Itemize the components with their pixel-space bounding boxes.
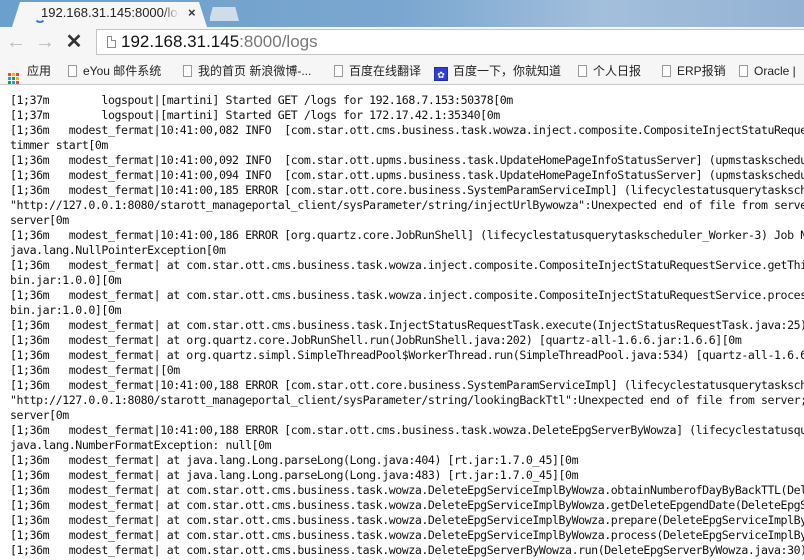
bookmark-oracle[interactable]: Oracle | [739, 63, 796, 79]
back-arrow-icon[interactable]: ← [5, 30, 27, 54]
bookmark-label: eYou 邮件系统 [83, 64, 162, 78]
bookmark-label: 百度在线翻译 [349, 64, 422, 78]
log-line: [1;36m modest_fermat|10:41:00,094 INFO [… [10, 168, 804, 182]
url-path: :8000/logs [239, 32, 318, 51]
log-line: timmer start[0m [10, 138, 108, 152]
log-line: [1;36m modest_fermat| at org.quartz.core… [10, 333, 742, 347]
log-line: "http://127.0.0.1:8080/starott_managepor… [10, 198, 804, 212]
log-line: java.lang.NumberFormatException: null[0m [10, 438, 272, 452]
bookmark-label: 我的首页 新浪微博-... [198, 64, 312, 78]
bookmark-apps[interactable]: 应用 [8, 63, 52, 84]
log-line: [1;36m modest_fermat| at com.star.ott.cm… [10, 288, 804, 302]
log-output: [1;37m logspout|[martini] Started GET /l… [10, 93, 804, 558]
page-content: [1;37m logspout|[martini] Started GET /l… [0, 85, 804, 560]
log-line: [1;36m modest_fermat|10:41:00,092 INFO [… [10, 153, 804, 167]
page-icon [107, 36, 116, 48]
log-line: [1;37m logspout|[martini] Started GET /l… [10, 108, 500, 122]
log-line: [1;36m modest_fermat| at java.lang.Long.… [10, 468, 579, 482]
tab-strip: 192.168.31.145:8000/logs × [0, 0, 804, 27]
log-line: bin.jar:1.0.0][0m [10, 303, 122, 317]
log-line: [1;36m modest_fermat| at java.lang.Long.… [10, 453, 579, 467]
page-icon [662, 65, 671, 77]
log-line: [1;36m modest_fermat| at com.star.ott.cm… [10, 318, 804, 332]
bookmark-label: 应用 [27, 64, 52, 78]
bookmark-label: Oracle | [754, 64, 796, 78]
page-icon [578, 65, 587, 77]
log-line: [1;36m modest_fermat|10:41:00,188 ERROR … [10, 423, 804, 437]
forward-arrow-icon[interactable]: → [34, 30, 56, 54]
log-line: [1;36m modest_fermat|[0m [10, 363, 180, 377]
bookmark-weibo[interactable]: 我的首页 新浪微博-... [183, 63, 311, 79]
stop-loading-icon[interactable]: ✕ [63, 30, 85, 54]
address-bar[interactable]: 192.168.31.145:8000/logs [96, 29, 804, 55]
log-line: [1;36m modest_fermat| at org.quartz.simp… [10, 348, 804, 362]
tab-close-icon[interactable]: × [188, 5, 196, 21]
apps-grid-icon [8, 73, 19, 84]
bookmark-label: 个人日报 [593, 64, 642, 78]
bookmarks-bar: 应用 eYou 邮件系统 我的首页 新浪微博-... 百度在线翻译 ✿ 百度一下，… [0, 58, 804, 85]
log-line: [1;36m modest_fermat| at com.star.ott.cm… [10, 528, 804, 542]
log-line: [1;36m modest_fermat|10:41:00,186 ERROR … [10, 228, 804, 242]
baidu-paw-icon: ✿ [434, 67, 448, 81]
page-icon [334, 65, 343, 77]
log-line: java.lang.NullPointerException[0m [10, 243, 226, 257]
log-line: [1;36m modest_fermat| at com.star.ott.cm… [10, 543, 804, 557]
page-icon [739, 65, 748, 77]
log-line: server[0m [10, 213, 69, 227]
log-line: server[0m [10, 408, 69, 422]
address-url[interactable]: 192.168.31.145:8000/logs [121, 32, 318, 52]
log-line: [1;36m modest_fermat|10:41:00,082 INFO [… [10, 123, 804, 137]
bookmark-erp[interactable]: ERP报销 [662, 63, 726, 79]
page-icon [68, 65, 77, 77]
url-host: 192.168.31.145 [121, 32, 240, 51]
page-icon [183, 65, 192, 77]
log-line: [1;37m logspout|[martini] Started GET /l… [10, 93, 513, 107]
tab-title[interactable]: 192.168.31.145:8000/logs [41, 5, 179, 21]
bookmark-baidu-translate[interactable]: 百度在线翻译 [334, 63, 421, 79]
bookmark-label: 百度一下，你就知道 [453, 64, 562, 78]
toolbar: ← → ✕ 192.168.31.145:8000/logs [0, 27, 804, 58]
bookmark-daily-report[interactable]: 个人日报 [578, 63, 641, 79]
log-line: [1;36m modest_fermat| at com.star.ott.cm… [10, 258, 804, 272]
bookmark-baidu[interactable]: ✿ 百度一下，你就知道 [434, 63, 562, 81]
log-line: [1;36m modest_fermat| at com.star.ott.cm… [10, 498, 804, 512]
log-line: [1;36m modest_fermat|10:41:00,185 ERROR … [10, 183, 804, 197]
log-line: [1;36m modest_fermat| at com.star.ott.cm… [10, 483, 804, 497]
bookmark-eyou[interactable]: eYou 邮件系统 [68, 63, 161, 79]
log-line: [1;36m modest_fermat| at com.star.ott.cm… [10, 513, 804, 527]
log-line: bin.jar:1.0.0][0m [10, 273, 122, 287]
log-line: "http://127.0.0.1:8080/starott_managepor… [10, 393, 804, 407]
new-tab-button[interactable] [209, 6, 239, 21]
bookmark-label: ERP报销 [677, 64, 726, 78]
log-line: [1;36m modest_fermat|10:41:00,188 ERROR … [10, 378, 804, 392]
